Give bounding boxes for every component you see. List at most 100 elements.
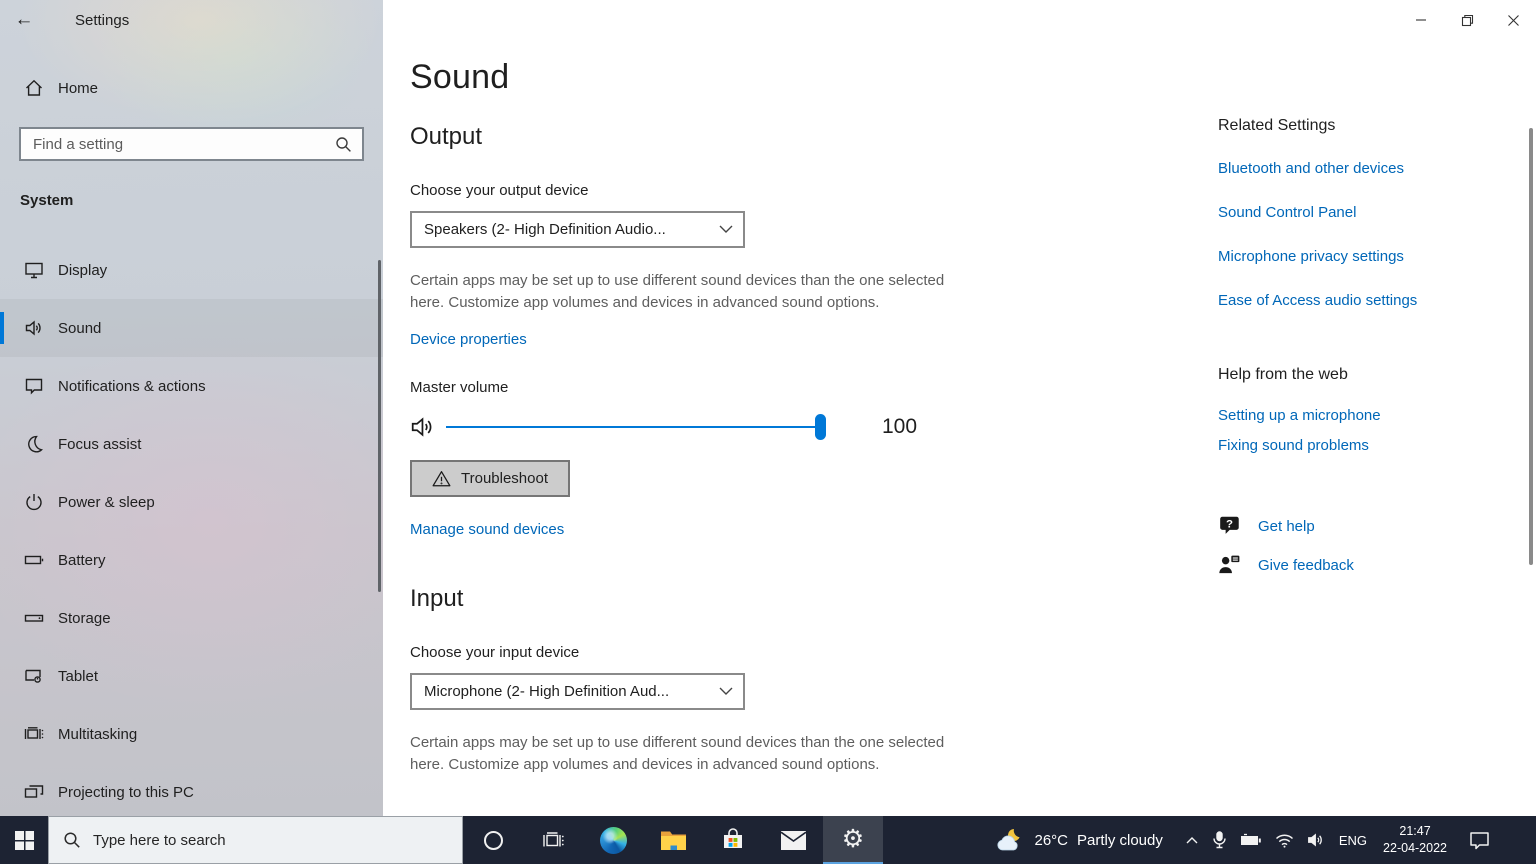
battery-icon	[24, 550, 44, 570]
search-box	[19, 127, 364, 161]
sidebar-item-label: Display	[58, 261, 108, 279]
bluetooth-devices-link[interactable]: Bluetooth and other devices	[1218, 160, 1518, 177]
weather-widget[interactable]: 26°C Partly cloudy	[995, 827, 1178, 853]
input-device-value: Microphone (2- High Definition Aud...	[424, 683, 670, 700]
sidebar-item-display[interactable]: Display	[0, 241, 383, 299]
sidebar-item-label: Battery	[58, 551, 106, 569]
sidebar-item-tablet[interactable]: Tablet	[0, 647, 383, 705]
volume-icon[interactable]	[1307, 832, 1325, 848]
ease-of-access-link[interactable]: Ease of Access audio settings	[1218, 292, 1518, 309]
get-help-link: Get help	[1258, 517, 1315, 535]
clock-date: 22-04-2022	[1383, 841, 1447, 855]
restore-icon	[1461, 14, 1473, 26]
sidebar-item-storage[interactable]: Storage	[0, 589, 383, 647]
settings-window: ← Settings Home System	[0, 0, 1536, 816]
volume-slider[interactable]	[446, 414, 826, 440]
give-feedback-row[interactable]: Give feedback	[1218, 553, 1518, 577]
sidebar-home-label: Home	[58, 79, 99, 97]
minimize-button[interactable]	[1398, 0, 1444, 40]
chevron-up-icon[interactable]	[1185, 835, 1199, 845]
battery-icon[interactable]	[1240, 833, 1262, 847]
sidebar-item-focus-assist[interactable]: Focus assist	[0, 415, 383, 473]
store-button[interactable]	[703, 816, 763, 864]
sidebar-nav: Display Sound Notifications & actions Fo…	[0, 241, 383, 816]
help-from-web-heading: Help from the web	[1218, 366, 1348, 383]
sound-control-panel-link[interactable]: Sound Control Panel	[1218, 204, 1518, 221]
related-column: Related Settings Bluetooth and other dev…	[1218, 117, 1518, 577]
language-indicator[interactable]: ENG	[1339, 833, 1367, 848]
microphone-icon[interactable]	[1212, 831, 1227, 849]
volume-speaker-icon[interactable]	[410, 414, 436, 440]
volume-slider-thumb[interactable]	[815, 414, 826, 440]
cortana-icon	[483, 830, 503, 850]
sidebar-item-battery[interactable]: Battery	[0, 531, 383, 589]
output-device-select[interactable]: Speakers (2- High Definition Audio...	[410, 211, 745, 248]
taskbar-search-box	[48, 816, 463, 864]
sidebar-scrollbar[interactable]	[378, 260, 381, 592]
restore-button[interactable]	[1444, 0, 1490, 40]
input-device-select[interactable]: Microphone (2- High Definition Aud...	[410, 673, 745, 710]
notifications-icon	[24, 376, 44, 396]
sidebar-item-label: Power & sleep	[58, 493, 155, 511]
give-feedback-icon	[1218, 553, 1242, 577]
microphone-privacy-link[interactable]: Microphone privacy settings	[1218, 248, 1518, 265]
weather-icon	[995, 827, 1025, 853]
master-volume-label: Master volume	[410, 379, 509, 396]
edge-icon	[599, 826, 627, 854]
sidebar-item-home[interactable]: Home	[0, 64, 383, 112]
sidebar-item-multitasking[interactable]: Multitasking	[0, 705, 383, 763]
device-properties-link[interactable]: Device properties	[410, 331, 527, 348]
moon-icon	[24, 434, 44, 454]
get-help-row[interactable]: ? Get help	[1218, 514, 1518, 538]
taskbar-search-input[interactable]	[93, 831, 462, 849]
close-button[interactable]	[1490, 0, 1536, 40]
app-title: Settings	[75, 11, 130, 29]
multitasking-icon	[24, 724, 44, 744]
action-center-button[interactable]	[1469, 831, 1490, 850]
fixing-sound-problems-link[interactable]: Fixing sound problems	[1218, 437, 1518, 454]
start-button[interactable]	[0, 816, 48, 864]
notification-icon	[1470, 831, 1489, 849]
output-heading: Output	[410, 123, 483, 150]
file-explorer-button[interactable]	[643, 816, 703, 864]
sidebar-item-label: Tablet	[58, 667, 99, 685]
start-icon	[14, 830, 34, 850]
manage-sound-devices-link[interactable]: Manage sound devices	[410, 521, 564, 538]
sidebar-item-projecting[interactable]: Projecting to this PC	[0, 763, 383, 816]
settings-gear-icon: ⚙	[841, 824, 865, 853]
chevron-down-icon	[719, 687, 733, 696]
taskbar-right: 26°C Partly cloudy ENG 21:47 22-04-2022	[995, 823, 1536, 857]
task-view-button[interactable]	[523, 816, 583, 864]
clock-time: 21:47	[1399, 824, 1431, 839]
sidebar-item-label: Focus assist	[58, 435, 142, 453]
master-volume-slider-row: 100	[410, 412, 970, 442]
edge-button[interactable]	[583, 816, 643, 864]
troubleshoot-button[interactable]: Troubleshoot	[410, 460, 570, 497]
tablet-icon	[24, 666, 44, 686]
sidebar-item-notifications[interactable]: Notifications & actions	[0, 357, 383, 415]
taskbar: ⚙ 26°C Partly cloudy	[0, 816, 1536, 864]
give-feedback-link: Give feedback	[1258, 556, 1354, 574]
main-scrollbar[interactable]	[1529, 128, 1533, 565]
cortana-button[interactable]	[463, 816, 523, 864]
mail-button[interactable]	[763, 816, 823, 864]
page-title: Sound	[410, 58, 510, 96]
search-input[interactable]	[21, 135, 335, 153]
back-button[interactable]: ←	[0, 0, 48, 40]
system-tray	[1179, 831, 1331, 849]
input-description: Certain apps may be set up to use differ…	[410, 734, 945, 773]
sidebar-item-label: Projecting to this PC	[58, 783, 194, 801]
mail-icon	[780, 830, 806, 850]
output-description: Certain apps may be set up to use differ…	[410, 272, 945, 311]
wifi-icon[interactable]	[1275, 833, 1294, 848]
sidebar-item-power-sleep[interactable]: Power & sleep	[0, 473, 383, 531]
output-device-value: Speakers (2- High Definition Audio...	[424, 221, 666, 238]
desktop: ← Settings Home System	[0, 0, 1536, 864]
taskbar-clock[interactable]: 21:47 22-04-2022	[1383, 823, 1447, 857]
back-arrow-icon: ←	[14, 9, 34, 30]
setting-up-microphone-link[interactable]: Setting up a microphone	[1218, 407, 1518, 424]
store-icon	[724, 828, 742, 848]
search-icon[interactable]	[335, 136, 352, 153]
settings-app-button[interactable]: ⚙	[823, 816, 883, 864]
sidebar-item-sound[interactable]: Sound	[0, 299, 383, 357]
